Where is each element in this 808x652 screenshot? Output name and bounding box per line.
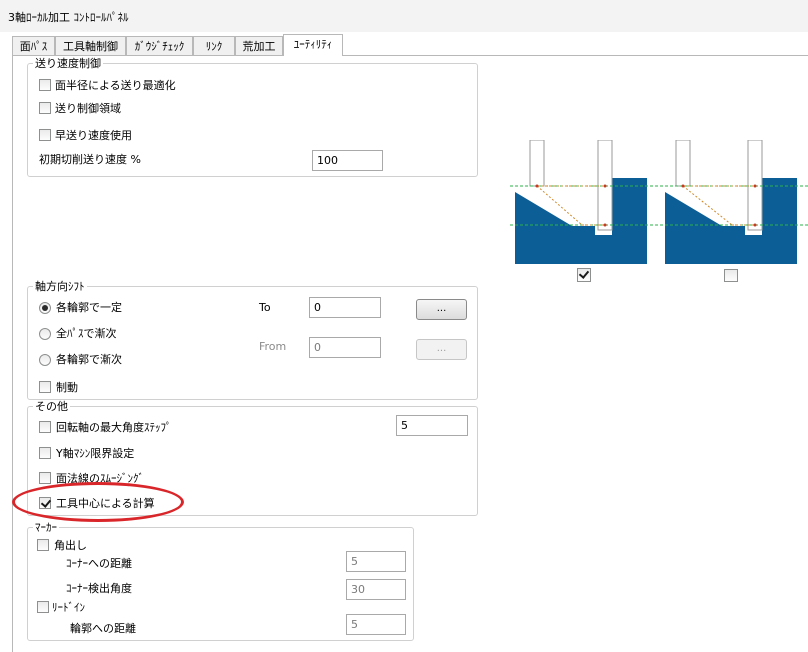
max-angle-step-label: 回転軸の最大角度ｽﾃｯﾌﾟ <box>56 421 172 434</box>
preview-left-image <box>510 140 660 264</box>
preview-right-image <box>660 140 808 264</box>
corner-angle-input[interactable]: 30 <box>346 579 406 600</box>
rapid-feed-label: 早送り速度使用 <box>55 129 132 142</box>
to-browse-button[interactable]: ... <box>416 299 467 320</box>
to-input[interactable]: 0 <box>309 297 381 318</box>
shift-all-pass-label: 全ﾊﾟｽで漸次 <box>56 327 117 340</box>
tab-utility[interactable]: ﾕｰﾃｨﾘﾃｨ <box>283 34 343 56</box>
shift-control-label: 制動 <box>56 381 78 394</box>
initial-feed-input[interactable]: 100 <box>312 150 383 171</box>
radius-feed-optimize-checkbox[interactable] <box>39 79 51 91</box>
lead-in-checkbox[interactable] <box>37 601 49 613</box>
marker-group-title: ﾏｰｶｰ <box>33 521 59 534</box>
contour-distance-input[interactable]: 5 <box>346 614 406 635</box>
lead-in-label: ﾘｰﾄﾞｲﾝ <box>52 601 85 614</box>
preview-illustration <box>510 140 808 264</box>
y-axis-limit-checkbox[interactable] <box>39 447 51 459</box>
from-input[interactable]: 0 <box>309 337 381 358</box>
tab-gouge-check[interactable]: ｶﾞｳｼﾞﾁｪｯｸ <box>126 36 193 55</box>
corner-checkbox[interactable] <box>37 539 49 551</box>
from-browse-button[interactable]: ... <box>416 339 467 360</box>
other-group-title: その他 <box>33 400 70 413</box>
from-label: From <box>259 340 287 353</box>
tool-center-calc-label: 工具中心による計算 <box>56 497 155 510</box>
axial-shift-group-title: 軸方向ｼﾌﾄ <box>33 280 87 293</box>
shift-constant-label: 各輪郭で一定 <box>56 301 122 314</box>
shift-all-pass-radio[interactable] <box>39 328 51 340</box>
corner-distance-input[interactable]: 5 <box>346 551 406 572</box>
corner-label: 角出し <box>54 539 87 552</box>
initial-feed-label: 初期切削送り速度 % <box>39 153 141 166</box>
to-label: To <box>259 301 271 314</box>
preview-right-checkbox[interactable] <box>724 269 738 282</box>
surface-normal-smoothing-checkbox[interactable] <box>39 472 51 484</box>
tab-surface-pass[interactable]: 面ﾊﾟｽ <box>12 36 55 55</box>
tab-tool-axis-control[interactable]: 工具軸制御 <box>55 36 126 55</box>
max-angle-step-checkbox[interactable] <box>39 421 51 433</box>
shift-control-checkbox[interactable] <box>39 381 51 393</box>
shift-each-gradual-label: 各輪郭で漸次 <box>56 353 122 366</box>
surface-normal-smoothing-label: 面法線のｽﾑｰｼﾞﾝｸﾞ <box>56 472 144 485</box>
y-axis-limit-label: Y軸ﾏｼﾝ限界設定 <box>56 447 135 460</box>
preview-left-checkbox[interactable] <box>577 268 591 282</box>
feed-control-area-checkbox[interactable] <box>39 102 51 114</box>
rapid-feed-checkbox[interactable] <box>39 129 51 141</box>
tab-link[interactable]: ﾘﾝｸ <box>193 36 235 55</box>
contour-distance-label: 輪郭への距離 <box>70 622 136 635</box>
corner-distance-label: ｺｰﾅｰへの距離 <box>66 557 132 570</box>
shift-constant-radio[interactable] <box>39 302 51 314</box>
radius-feed-optimize-label: 面半径による送り最適化 <box>55 79 176 92</box>
corner-angle-label: ｺｰﾅｰ検出角度 <box>66 582 132 595</box>
feed-rate-group-title: 送り速度制御 <box>33 57 103 70</box>
feed-control-area-label: 送り制御領域 <box>55 102 121 115</box>
tab-roughing[interactable]: 荒加工 <box>235 36 283 55</box>
shift-each-gradual-radio[interactable] <box>39 354 51 366</box>
tool-center-calc-checkbox[interactable] <box>39 497 51 509</box>
max-angle-step-input[interactable]: 5 <box>396 415 468 436</box>
title-bar: 3軸ﾛｰｶﾙ加工 ｺﾝﾄﾛｰﾙﾊﾟﾈﾙ <box>0 0 808 32</box>
window-title: 3軸ﾛｰｶﾙ加工 ｺﾝﾄﾛｰﾙﾊﾟﾈﾙ <box>8 11 129 24</box>
